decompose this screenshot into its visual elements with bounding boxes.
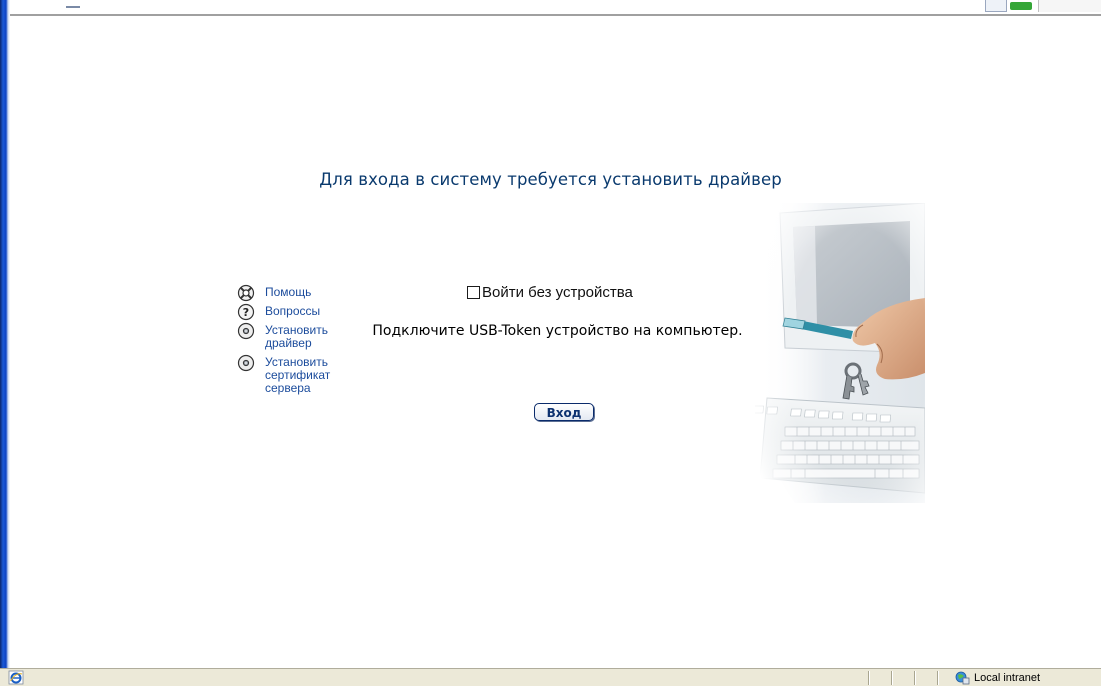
nav-item-label: Вопроссы: [265, 304, 321, 318]
top-scroll-control[interactable]: [985, 0, 1007, 12]
cd-icon: [237, 322, 255, 340]
page-title: Для входа в систему требуется установить…: [319, 170, 782, 189]
help-nav: Помощь ? Вопроссы Установить драйвер Уст…: [237, 284, 367, 401]
nav-item-install-driver[interactable]: Установить драйвер: [237, 322, 367, 350]
status-separator: [868, 671, 870, 685]
nav-item-label: Установить драйвер: [265, 323, 328, 350]
nav-item-help[interactable]: Помощь: [237, 284, 367, 302]
nav-item-label: Помощь: [265, 285, 312, 299]
security-zone-label: Local intranet: [974, 672, 1041, 684]
status-bar: Local intranet: [0, 668, 1101, 686]
help-icon: [237, 284, 255, 302]
status-separator: [937, 671, 939, 685]
checkbox-label: Войти без устройства: [482, 284, 633, 301]
local-intranet-icon: [955, 671, 970, 685]
login-button[interactable]: Вход: [534, 403, 594, 421]
top-edge-mark: [66, 6, 80, 8]
window-left-border: [0, 0, 10, 668]
nav-item-label: Установить сертификат сервера: [265, 355, 331, 395]
svg-text:?: ?: [243, 306, 249, 319]
status-separator: [914, 671, 916, 685]
ie-icon: [8, 670, 24, 685]
question-icon: ?: [237, 303, 255, 321]
security-zone[interactable]: Local intranet: [955, 670, 1040, 686]
top-toolbar-stub: [1038, 0, 1101, 12]
progress-indicator: [1010, 2, 1032, 10]
usb-token-illustration: [755, 203, 925, 503]
connect-token-instruction: Подключите USB-Token устройство на компь…: [372, 323, 743, 339]
nav-item-install-certificate[interactable]: Установить сертификат сервера: [237, 354, 367, 395]
login-without-device-checkbox[interactable]: [467, 286, 480, 299]
cd-icon: [237, 354, 255, 372]
browser-top-edge: [10, 0, 1101, 16]
browser-window: Для входа в систему требуется установить…: [0, 0, 1101, 686]
login-without-device-option[interactable]: Войти без устройства: [467, 284, 633, 301]
nav-item-questions[interactable]: ? Вопроссы: [237, 303, 367, 321]
status-separator: [891, 671, 893, 685]
